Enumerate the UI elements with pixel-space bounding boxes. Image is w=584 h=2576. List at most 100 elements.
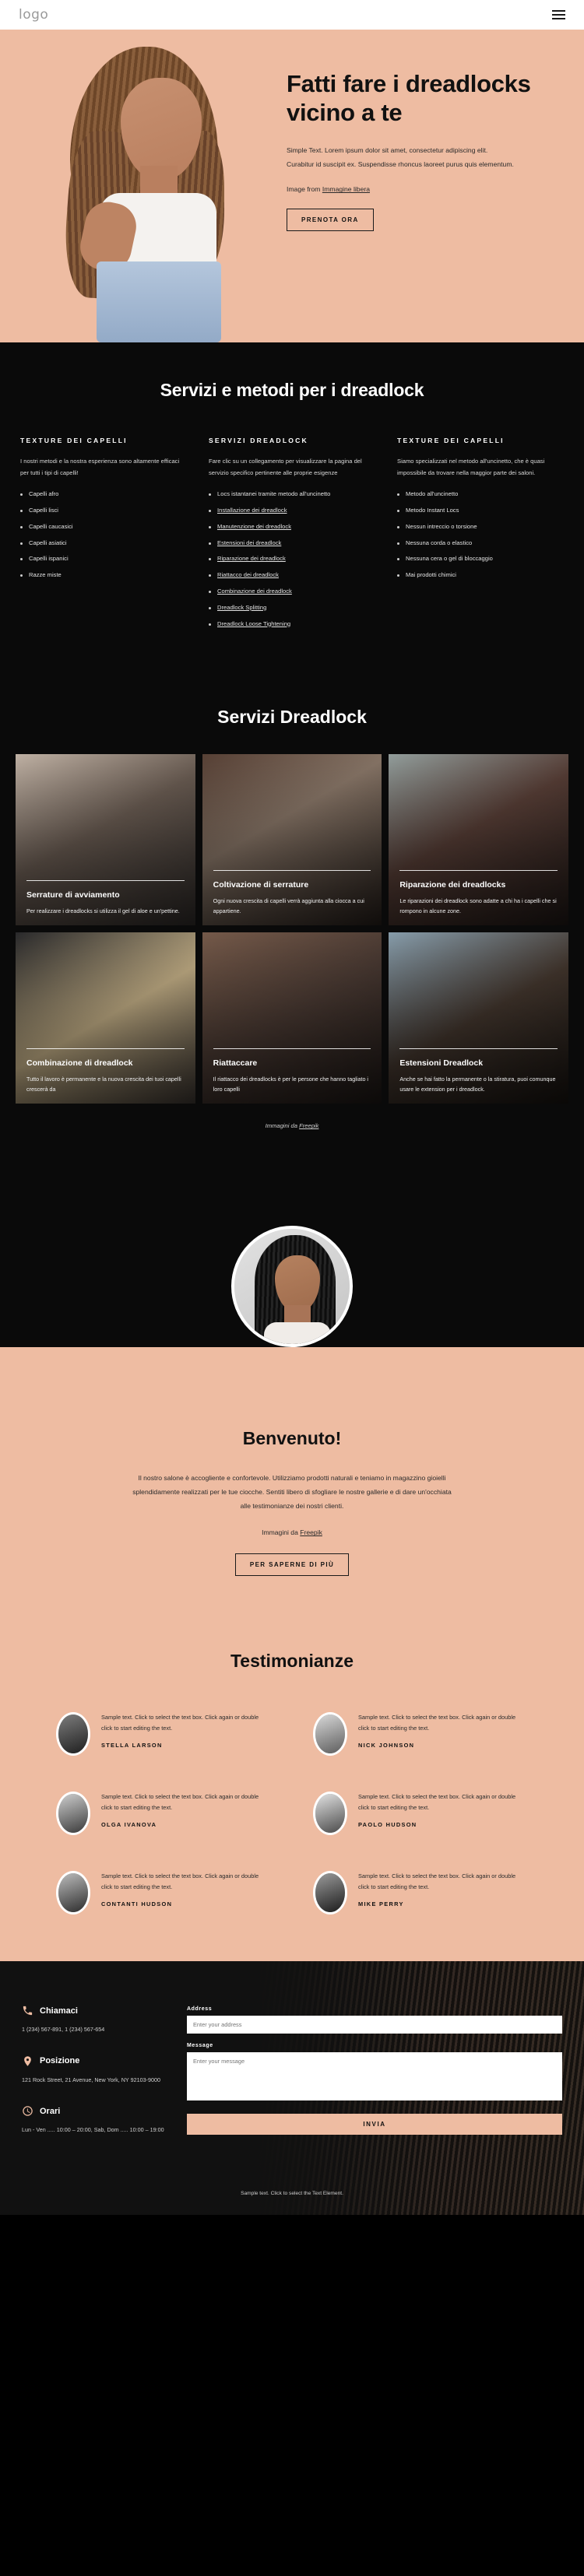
list-item: Nessun intreccio o torsione xyxy=(397,522,564,532)
testimonial-item: Sample text. Click to select the text bo… xyxy=(56,1792,271,1836)
gallery-card[interactable]: Riparazione dei dreadlocks Le riparazion… xyxy=(389,754,568,926)
card-text: Per realizzare i dreadlocks si utilizza … xyxy=(26,907,180,914)
list-item[interactable]: Riattacco dei dreadlock xyxy=(209,570,375,580)
service-link[interactable]: Estensioni dei dreadlock xyxy=(217,539,281,546)
list-item[interactable]: Riparazione dei dreadlock xyxy=(209,554,375,563)
service-link[interactable]: Riattacco dei dreadlock xyxy=(217,571,279,578)
footer-location-block: Posizione 121 Rock Street, 21 Avenue, Ne… xyxy=(22,2055,168,2085)
testimonial-avatar xyxy=(56,1871,90,1915)
card-rule xyxy=(399,870,558,872)
testimonial-name: STELLA LARSON xyxy=(101,1741,163,1749)
hamburger-menu-icon[interactable] xyxy=(552,10,565,19)
welcome-paragraph: Il nostro salone è accogliente e confort… xyxy=(132,1474,452,1511)
card-title: Estensioni Dreadlock xyxy=(399,1058,484,1069)
testimonial-avatar xyxy=(313,1871,347,1915)
list-item[interactable]: Manutenzione dei dreadlock xyxy=(209,522,375,532)
hero-image-credit: Image from Immagine libera xyxy=(287,185,553,193)
avatar-photo xyxy=(58,1873,88,1913)
footer-location-head: Posizione xyxy=(22,2055,168,2067)
list-item-label: Metodo all'uncinetto xyxy=(406,490,459,498)
message-input[interactable] xyxy=(187,2052,562,2101)
card-title: Serrature di avviamento xyxy=(26,890,120,900)
testimonial-avatar xyxy=(313,1792,347,1836)
welcome-credit-prefix: Immagini da xyxy=(262,1528,301,1537)
list-item: Locs istantanei tramite metodo all'uncin… xyxy=(209,490,375,499)
card-rule xyxy=(26,880,185,882)
avatar-photo xyxy=(315,1873,345,1913)
testimonial-text-block: Sample text. Click to select the text bo… xyxy=(358,1871,528,1907)
hero-credit-prefix: Image from xyxy=(287,185,322,194)
testimonial-item: Sample text. Click to select the text bo… xyxy=(313,1712,528,1757)
address-input[interactable] xyxy=(187,2016,562,2034)
card-text: Tutto il lavoro è permanente e la nuova … xyxy=(26,1076,181,1093)
avatar-photo xyxy=(315,1794,345,1834)
gallery-card[interactable]: Coltivazione di serrature Ogni nuova cre… xyxy=(202,754,382,926)
gallery-credit: Immagini da Freepik xyxy=(0,1104,584,1184)
services-column-1: TEXTURE DEI CAPELLI I nostri metodi e la… xyxy=(20,437,187,635)
gallery-title: Servizi Dreadlock xyxy=(217,707,367,728)
testimonial-text-block: Sample text. Click to select the text bo… xyxy=(101,1792,271,1827)
service-link[interactable]: Installazione dei dreadlock xyxy=(217,507,287,514)
column-heading: TEXTURE DEI CAPELLI xyxy=(397,437,505,444)
card-body: Estensioni Dreadlock Anche se hai fatto … xyxy=(389,1048,568,1094)
avatar-band xyxy=(0,1184,584,1348)
hero-jeans-shape xyxy=(97,261,221,342)
testimonial-name: MIKE PERRY xyxy=(358,1900,404,1907)
service-link[interactable]: Dreadlock Splitting xyxy=(217,604,266,611)
book-now-button[interactable]: PRENOTA ORA xyxy=(287,209,374,232)
list-item: Capelli afro xyxy=(20,490,187,499)
list-item-label: Capelli afro xyxy=(29,490,59,498)
avatar-photo xyxy=(58,1794,88,1834)
gallery-card[interactable]: Riattaccare Il riattacco dei dreadlocks … xyxy=(202,932,382,1104)
list-item: Mai prodotti chimici xyxy=(397,570,564,580)
footer-contact-column: Chiamaci 1 (234) 567-891, 1 (234) 567-65… xyxy=(22,2005,168,2155)
testimonial-text: Sample text. Click to select the text bo… xyxy=(358,1793,516,1812)
testimonial-item: Sample text. Click to select the text bo… xyxy=(56,1712,271,1757)
service-link[interactable]: Dreadlock Loose Tightening xyxy=(217,620,290,627)
services-section: Servizi e metodi per i dreadlock TEXTURE… xyxy=(0,342,584,667)
testimonial-item: Sample text. Click to select the text bo… xyxy=(313,1871,528,1915)
list-item: Metodo all'uncinetto xyxy=(397,490,564,499)
list-item[interactable]: Dreadlock Splitting xyxy=(209,603,375,612)
list-item-label: Nessun intreccio o torsione xyxy=(406,522,477,530)
list-item: Metodo Instant Locs xyxy=(397,506,564,515)
list-item[interactable]: Estensioni dei dreadlock xyxy=(209,539,375,548)
footer-location-body: 121 Rock Street, 21 Avenue, New York, NY… xyxy=(22,2076,160,2083)
list-item-label: Capelli caucasici xyxy=(29,522,73,530)
gallery-credit-link[interactable]: Freepik xyxy=(299,1122,318,1129)
hero-credit-link[interactable]: Immagine libera xyxy=(322,185,370,193)
avatar-photo xyxy=(315,1714,345,1754)
message-field-group: Message xyxy=(187,2043,562,2104)
list-item[interactable]: Installazione dei dreadlock xyxy=(209,506,375,515)
gallery-credit-prefix: Immagini da xyxy=(265,1122,300,1130)
welcome-credit-link[interactable]: Freepik xyxy=(300,1528,322,1536)
gallery-card[interactable]: Estensioni Dreadlock Anche se hai fatto … xyxy=(389,932,568,1104)
footer-call-head: Chiamaci xyxy=(22,2005,168,2016)
send-button[interactable]: INVIA xyxy=(187,2114,562,2136)
card-title: Riparazione dei dreadlocks xyxy=(399,880,506,890)
service-link[interactable]: Riparazione dei dreadlock xyxy=(217,555,286,562)
card-title: Combinazione di dreadlock xyxy=(26,1058,133,1069)
logo[interactable]: logo xyxy=(19,7,48,23)
list-item-label: Locs istantanei tramite metodo all'uncin… xyxy=(217,490,331,498)
testimonials-section: Testimonianze Sample text. Click to sele… xyxy=(0,1620,584,1962)
footer-content: Chiamaci 1 (234) 567-891, 1 (234) 567-65… xyxy=(22,2005,562,2155)
learn-more-button[interactable]: PER SAPERNE DI PIÙ xyxy=(234,1553,350,1577)
gallery-card[interactable]: Combinazione di dreadlock Tutto il lavor… xyxy=(16,932,195,1104)
burger-line xyxy=(552,18,565,19)
services-title: Servizi e metodi per i dreadlock xyxy=(160,380,424,400)
list-item-label: Razze miste xyxy=(29,571,62,579)
testimonial-item: Sample text. Click to select the text bo… xyxy=(313,1792,528,1836)
service-link[interactable]: Manutenzione dei dreadlock xyxy=(217,523,291,530)
hero-text-block: Fatti fare i dreadlocks vicino a te Simp… xyxy=(280,30,584,342)
hero-portrait-image xyxy=(39,37,273,342)
list-item[interactable]: Dreadlock Loose Tightening xyxy=(209,619,375,629)
address-field-group: Address xyxy=(187,2006,562,2034)
site-header: logo xyxy=(0,0,584,30)
footer-hours-body: Lun - Ven ..... 10:00 – 20:00, Sab, Dom … xyxy=(22,2126,164,2134)
gallery-card[interactable]: Serrature di avviamento Per realizzare i… xyxy=(16,754,195,926)
footer-hours-title: Orari xyxy=(40,2106,61,2116)
welcome-section: Benvenuto! Il nostro salone è accoglient… xyxy=(0,1347,584,1620)
list-item[interactable]: Combinazione dei dreadlock xyxy=(209,587,375,596)
service-link[interactable]: Combinazione dei dreadlock xyxy=(217,588,292,595)
